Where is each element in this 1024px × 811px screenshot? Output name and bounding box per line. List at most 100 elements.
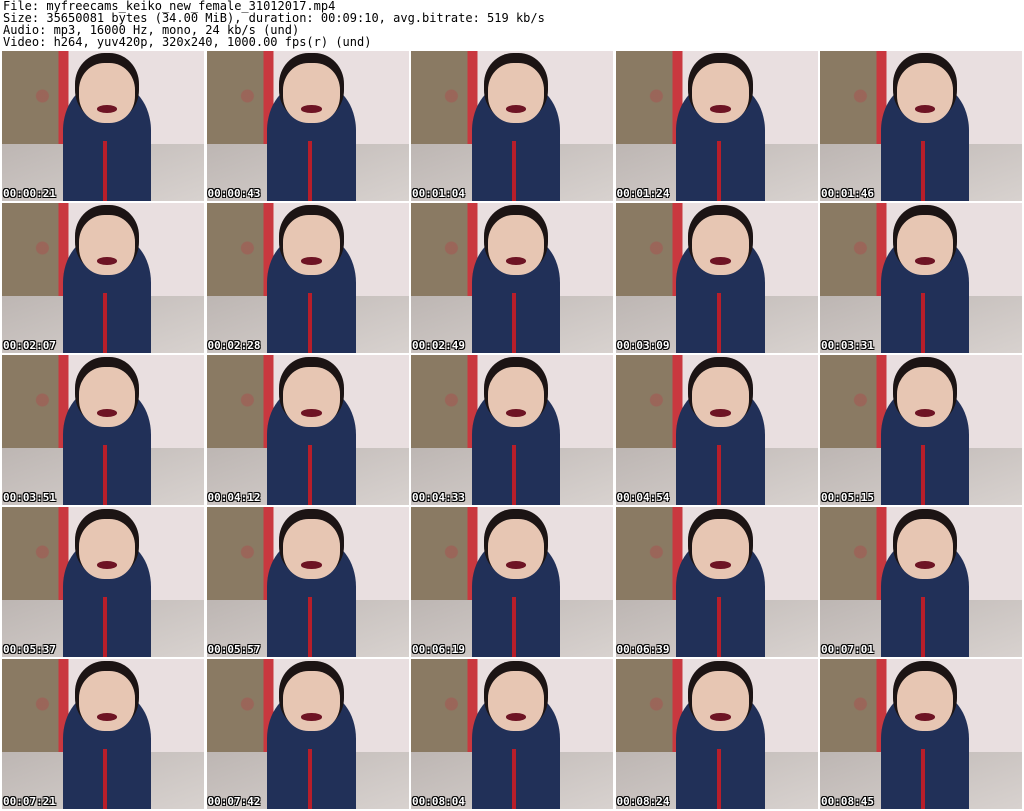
frame-head bbox=[283, 215, 340, 275]
frame-timestamp: 00:01:46 bbox=[821, 187, 874, 200]
video-frame-thumbnail: 00:02:28 bbox=[206, 203, 409, 353]
frame-lips bbox=[505, 713, 527, 721]
video-frame-thumbnail: 00:08:24 bbox=[615, 659, 818, 809]
frame-lips bbox=[301, 105, 322, 113]
frame-stripe bbox=[103, 141, 108, 201]
frame-head bbox=[692, 519, 749, 579]
frame-head bbox=[78, 519, 136, 579]
frame-stripe bbox=[512, 141, 517, 201]
frame-head bbox=[487, 215, 545, 275]
frame-head bbox=[487, 63, 545, 123]
frame-stripe bbox=[716, 749, 721, 809]
frame-head bbox=[283, 519, 340, 579]
frame-stripe bbox=[103, 749, 108, 809]
frame-timestamp: 00:07:01 bbox=[821, 643, 874, 656]
frame-lips bbox=[96, 561, 118, 569]
frame-timestamp: 00:04:12 bbox=[207, 491, 261, 504]
frame-timestamp: 00:06:39 bbox=[616, 643, 670, 656]
frame-timestamp: 00:02:28 bbox=[207, 339, 261, 352]
video-frame-thumbnail: 00:04:54 bbox=[615, 355, 818, 505]
frame-head bbox=[487, 671, 545, 731]
frame-lips bbox=[505, 257, 527, 265]
frame-head bbox=[692, 671, 749, 731]
frame-stripe bbox=[512, 597, 517, 657]
video-frame-thumbnail: 00:05:37 bbox=[2, 507, 204, 657]
video-frame-thumbnail: 00:07:21 bbox=[2, 659, 204, 809]
video-frame-thumbnail: 00:04:33 bbox=[411, 355, 613, 505]
thumbnail-grid: 00:00:21 00:00:43 00:01:04 00:01:24 00:01:46… bbox=[2, 51, 1022, 809]
frame-stripe bbox=[307, 597, 312, 657]
frame-timestamp: 00:00:43 bbox=[207, 187, 261, 200]
frame-timestamp: 00:08:24 bbox=[616, 795, 670, 808]
frame-head bbox=[896, 519, 954, 579]
frame-lips bbox=[301, 257, 322, 265]
frame-stripe bbox=[921, 293, 926, 353]
frame-lips bbox=[914, 713, 936, 721]
frame-stripe bbox=[716, 597, 721, 657]
frame-stripe bbox=[307, 749, 312, 809]
video-frame-thumbnail: 00:05:57 bbox=[206, 507, 409, 657]
frame-timestamp: 00:04:54 bbox=[616, 491, 670, 504]
frame-head bbox=[896, 215, 954, 275]
frame-head bbox=[692, 215, 749, 275]
frame-head bbox=[487, 519, 545, 579]
video-frame-thumbnail: 00:06:19 bbox=[411, 507, 613, 657]
frame-head bbox=[896, 63, 954, 123]
frame-timestamp: 00:07:21 bbox=[3, 795, 56, 808]
frame-stripe bbox=[921, 445, 926, 505]
frame-timestamp: 00:06:19 bbox=[412, 643, 465, 656]
frame-lips bbox=[505, 561, 527, 569]
frame-lips bbox=[710, 257, 731, 265]
frame-head bbox=[692, 63, 749, 123]
frame-timestamp: 00:02:49 bbox=[412, 339, 465, 352]
frame-lips bbox=[914, 257, 936, 265]
frame-stripe bbox=[307, 141, 312, 201]
frame-timestamp: 00:01:04 bbox=[412, 187, 465, 200]
frame-stripe bbox=[716, 293, 721, 353]
video-frame-thumbnail: 00:04:12 bbox=[206, 355, 409, 505]
frame-stripe bbox=[103, 445, 108, 505]
frame-lips bbox=[96, 105, 118, 113]
frame-lips bbox=[301, 561, 322, 569]
frame-stripe bbox=[921, 749, 926, 809]
frame-timestamp: 00:01:24 bbox=[616, 187, 670, 200]
video-frame-thumbnail: 00:01:04 bbox=[411, 51, 613, 201]
video-frame-thumbnail: 00:00:43 bbox=[206, 51, 409, 201]
frame-head bbox=[78, 367, 136, 427]
frame-lips bbox=[505, 409, 527, 417]
frame-lips bbox=[301, 409, 322, 417]
frame-stripe bbox=[512, 293, 517, 353]
frame-lips bbox=[96, 713, 118, 721]
video-frame-thumbnail: 00:01:46 bbox=[820, 51, 1022, 201]
video-frame-thumbnail: 00:07:42 bbox=[206, 659, 409, 809]
frame-timestamp: 00:07:42 bbox=[207, 795, 261, 808]
frame-lips bbox=[710, 713, 731, 721]
frame-lips bbox=[914, 409, 936, 417]
frame-stripe bbox=[512, 445, 517, 505]
frame-timestamp: 00:03:09 bbox=[616, 339, 670, 352]
frame-stripe bbox=[307, 293, 312, 353]
frame-stripe bbox=[921, 597, 926, 657]
video-frame-thumbnail: 00:02:49 bbox=[411, 203, 613, 353]
frame-lips bbox=[710, 409, 731, 417]
frame-lips bbox=[96, 257, 118, 265]
frame-head bbox=[692, 367, 749, 427]
video-frame-thumbnail: 00:07:01 bbox=[820, 507, 1022, 657]
frame-stripe bbox=[716, 445, 721, 505]
video-info-line: Video: h264, yuv420p, 320x240, 1000.00 f… bbox=[3, 35, 372, 49]
video-frame-thumbnail: 00:03:31 bbox=[820, 203, 1022, 353]
frame-head bbox=[896, 671, 954, 731]
video-frame-thumbnail: 00:02:07 bbox=[2, 203, 204, 353]
frame-stripe bbox=[103, 293, 108, 353]
video-frame-thumbnail: 00:03:09 bbox=[615, 203, 818, 353]
frame-lips bbox=[96, 409, 118, 417]
video-frame-thumbnail: 00:06:39 bbox=[615, 507, 818, 657]
video-frame-thumbnail: 00:05:15 bbox=[820, 355, 1022, 505]
frame-stripe bbox=[921, 141, 926, 201]
frame-head bbox=[487, 367, 545, 427]
frame-timestamp: 00:03:31 bbox=[821, 339, 874, 352]
frame-timestamp: 00:02:07 bbox=[3, 339, 56, 352]
frame-stripe bbox=[512, 749, 517, 809]
frame-head bbox=[78, 671, 136, 731]
frame-timestamp: 00:08:45 bbox=[821, 795, 874, 808]
